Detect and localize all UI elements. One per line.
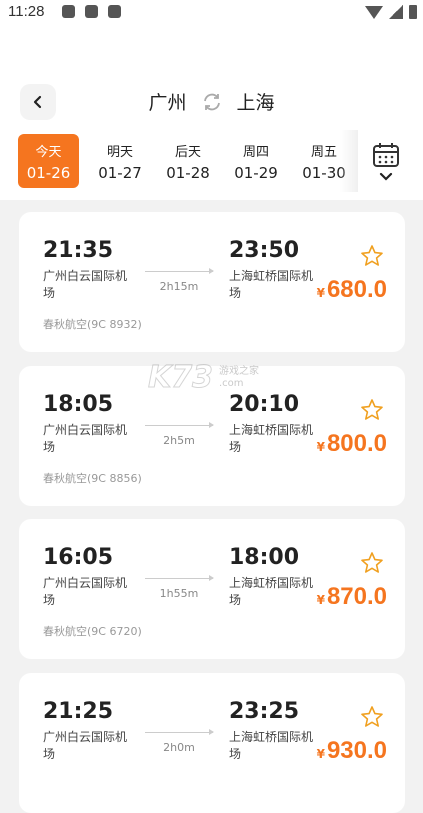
date-tabs-fade bbox=[340, 130, 358, 192]
system-icons bbox=[365, 5, 417, 19]
price-currency: ¥ bbox=[316, 593, 325, 607]
to-city: 上海 bbox=[236, 92, 275, 114]
date-tab-2[interactable]: 后天 01-28 bbox=[154, 134, 222, 188]
price: ¥870.0 bbox=[317, 583, 387, 611]
watermark-text: 游戏之家 bbox=[219, 365, 259, 377]
flight-card[interactable]: 16:05 广州白云国际机场 1h55m 18:00 上海虹桥国际机场 春秋航空… bbox=[19, 519, 405, 659]
departure-airport: 广州白云国际机场 bbox=[43, 423, 128, 454]
arrival-airport: 上海虹桥国际机场 bbox=[229, 576, 314, 607]
arrival-time: 23:50 bbox=[229, 238, 300, 263]
price-amount: 800.0 bbox=[326, 430, 387, 457]
flight-duration: 2h0m bbox=[163, 741, 195, 754]
departure-time: 18:05 bbox=[43, 392, 114, 417]
watermark-logo: K73 bbox=[148, 360, 214, 396]
price-amount: 680.0 bbox=[326, 276, 387, 303]
date-tabs: 今天 01-26 明天 01-27 后天 01-28 周四 01-29 周五 0… bbox=[18, 134, 358, 188]
star-icon[interactable] bbox=[360, 551, 384, 575]
price-currency: ¥ bbox=[316, 286, 325, 300]
date-tab-day: 周四 bbox=[242, 144, 269, 160]
header: 广州 上海 今天 01-26 明天 01-27 后天 01-28 周四 01-2… bbox=[0, 24, 423, 200]
departure-airport: 广州白云国际机场 bbox=[43, 269, 128, 300]
price-amount: 930.0 bbox=[326, 737, 387, 764]
chevron-down-icon bbox=[379, 172, 393, 181]
calendar-button[interactable] bbox=[372, 142, 400, 182]
watermark-domain: .com bbox=[219, 377, 244, 389]
from-city: 广州 bbox=[148, 92, 187, 114]
swap-cities-button[interactable] bbox=[201, 91, 223, 113]
flight-arrow bbox=[145, 268, 214, 274]
flight-duration: 1h55m bbox=[159, 587, 199, 600]
star-icon[interactable] bbox=[360, 244, 384, 268]
date-tab-3[interactable]: 周四 01-29 bbox=[222, 134, 290, 188]
date-tab-day: 明天 bbox=[106, 144, 133, 160]
flight-card[interactable]: 21:35 广州白云国际机场 2h15m 23:50 上海虹桥国际机场 春秋航空… bbox=[19, 212, 405, 352]
swap-icon bbox=[203, 93, 220, 110]
price-amount: 870.0 bbox=[326, 583, 387, 610]
flight-duration: 2h15m bbox=[159, 280, 199, 293]
status-time: 11:28 bbox=[8, 3, 45, 20]
status-bar: 11:28 bbox=[0, 0, 423, 24]
notification-icons bbox=[62, 5, 121, 18]
departure-time: 21:25 bbox=[43, 699, 114, 724]
price-currency: ¥ bbox=[316, 440, 325, 454]
calendar-icon bbox=[373, 143, 399, 167]
date-tab-date: 01-26 bbox=[26, 163, 71, 182]
departure-airport: 广州白云国际机场 bbox=[43, 730, 128, 761]
arrival-airport: 上海虹桥国际机场 bbox=[229, 730, 314, 761]
date-tab-date: 01-28 bbox=[166, 163, 210, 182]
date-tab-date: 01-29 bbox=[234, 163, 278, 182]
date-tab-day: 后天 bbox=[174, 144, 201, 160]
arrival-airport: 上海虹桥国际机场 bbox=[229, 423, 314, 454]
airline-flight-number: 春秋航空(9C 8856) bbox=[43, 472, 142, 485]
flight-arrow bbox=[145, 729, 214, 735]
departure-time: 16:05 bbox=[43, 545, 114, 570]
notification-icon bbox=[85, 5, 98, 18]
watermark: K73 游戏之家 .com bbox=[148, 360, 260, 396]
star-icon[interactable] bbox=[360, 398, 384, 422]
flight-arrow bbox=[145, 575, 214, 581]
price: ¥680.0 bbox=[317, 276, 387, 304]
wifi-icon bbox=[365, 5, 383, 19]
departure-airport: 广州白云国际机场 bbox=[43, 576, 128, 607]
notification-icon bbox=[108, 5, 121, 18]
price-currency: ¥ bbox=[316, 747, 325, 761]
airline-flight-number: 春秋航空(9C 8932) bbox=[43, 318, 142, 331]
flight-arrow bbox=[145, 422, 214, 428]
date-tab-day: 周五 bbox=[310, 144, 337, 160]
date-tab-date: 01-27 bbox=[98, 163, 142, 182]
arrival-time: 20:10 bbox=[229, 392, 300, 417]
notification-icon bbox=[62, 5, 75, 18]
airline-flight-number: 春秋航空(9C 6720) bbox=[43, 625, 142, 638]
date-tab-0[interactable]: 今天 01-26 bbox=[18, 134, 79, 188]
flight-duration: 2h5m bbox=[163, 434, 195, 447]
arrival-time: 18:00 bbox=[229, 545, 300, 570]
star-icon[interactable] bbox=[360, 705, 384, 729]
date-tab-1[interactable]: 明天 01-27 bbox=[86, 134, 154, 188]
battery-icon bbox=[409, 5, 417, 19]
route-title: 广州 上海 bbox=[0, 88, 423, 115]
signal-icon bbox=[389, 5, 403, 19]
price: ¥800.0 bbox=[317, 430, 387, 458]
flight-card[interactable]: 21:25 广州白云国际机场 2h0m 23:25 上海虹桥国际机场 ¥930.… bbox=[19, 673, 405, 813]
date-tab-day: 今天 bbox=[35, 144, 62, 160]
arrival-airport: 上海虹桥国际机场 bbox=[229, 269, 314, 300]
price: ¥930.0 bbox=[317, 737, 387, 765]
arrival-time: 23:25 bbox=[229, 699, 300, 724]
departure-time: 21:35 bbox=[43, 238, 114, 263]
